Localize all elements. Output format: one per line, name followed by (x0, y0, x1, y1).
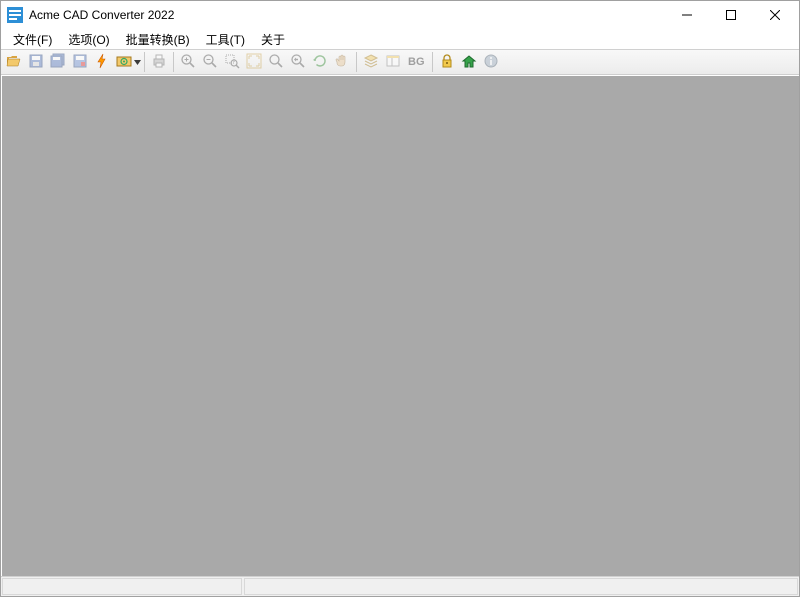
refresh-button[interactable] (309, 51, 331, 73)
batch-convert-button[interactable] (113, 51, 135, 73)
hand-icon (334, 53, 350, 72)
menu-batch[interactable]: 批量转换(B) (118, 29, 198, 50)
about-button[interactable] (480, 51, 502, 73)
app-icon (7, 7, 23, 23)
print-button[interactable] (148, 51, 170, 73)
save-button[interactable] (25, 51, 47, 73)
zoom-previous-icon (290, 53, 306, 72)
minimize-button[interactable] (665, 1, 709, 29)
zoom-out-button[interactable] (199, 51, 221, 73)
zoom-extents-button[interactable] (243, 51, 265, 73)
background-button[interactable]: BG (404, 51, 429, 73)
printer-icon (151, 53, 167, 72)
titlebar: Acme CAD Converter 2022 (1, 1, 799, 29)
status-pane-right (244, 578, 798, 595)
gear-box-icon (116, 53, 132, 72)
app-window: Acme CAD Converter 2022 文件(F) 选项(O) 批量转换… (0, 0, 800, 597)
lightning-icon (94, 53, 110, 72)
info-icon (483, 53, 499, 72)
save-alt-button[interactable] (69, 51, 91, 73)
layers-icon (363, 53, 379, 72)
layers-button[interactable] (360, 51, 382, 73)
toolbar-separator (356, 52, 357, 72)
toolbar-separator (432, 52, 433, 72)
statusbar (1, 576, 799, 596)
register-button[interactable] (436, 51, 458, 73)
menu-options[interactable]: 选项(O) (60, 29, 117, 50)
zoom-window-button[interactable] (221, 51, 243, 73)
save-multi-button[interactable] (47, 51, 69, 73)
open-button[interactable] (3, 51, 25, 73)
magnifier-icon (268, 53, 284, 72)
zoom-extents-icon (246, 53, 262, 72)
menu-tools[interactable]: 工具(T) (198, 29, 253, 50)
key-lock-icon (439, 53, 455, 72)
canvas-area[interactable] (1, 75, 799, 576)
menubar: 文件(F) 选项(O) 批量转换(B) 工具(T) 关于 (1, 29, 799, 49)
zoom-in-icon (180, 53, 196, 72)
convert-button[interactable] (91, 51, 113, 73)
menu-file[interactable]: 文件(F) (5, 29, 60, 50)
bg-label: BG (408, 56, 425, 68)
floppy-icon (28, 53, 44, 72)
batch-convert-dropdown[interactable] (133, 59, 141, 66)
status-pane-left (2, 578, 242, 595)
toolbar: BG (1, 49, 799, 75)
floppy-multi-icon (50, 53, 66, 72)
zoom-previous-button[interactable] (287, 51, 309, 73)
window-controls (665, 1, 797, 29)
homepage-button[interactable] (458, 51, 480, 73)
toolbar-separator (144, 52, 145, 72)
window-title: Acme CAD Converter 2022 (29, 8, 665, 22)
folder-open-icon (6, 53, 22, 72)
maximize-button[interactable] (709, 1, 753, 29)
layouts-icon (385, 53, 401, 72)
layouts-button[interactable] (382, 51, 404, 73)
toolbar-separator (173, 52, 174, 72)
floppy-alt-icon (72, 53, 88, 72)
pan-button[interactable] (331, 51, 353, 73)
close-button[interactable] (753, 1, 797, 29)
refresh-icon (312, 53, 328, 72)
zoom-in-button[interactable] (177, 51, 199, 73)
zoom-out-icon (202, 53, 218, 72)
zoom-button[interactable] (265, 51, 287, 73)
menu-about[interactable]: 关于 (253, 29, 293, 50)
home-icon (461, 53, 477, 72)
zoom-window-icon (224, 53, 240, 72)
